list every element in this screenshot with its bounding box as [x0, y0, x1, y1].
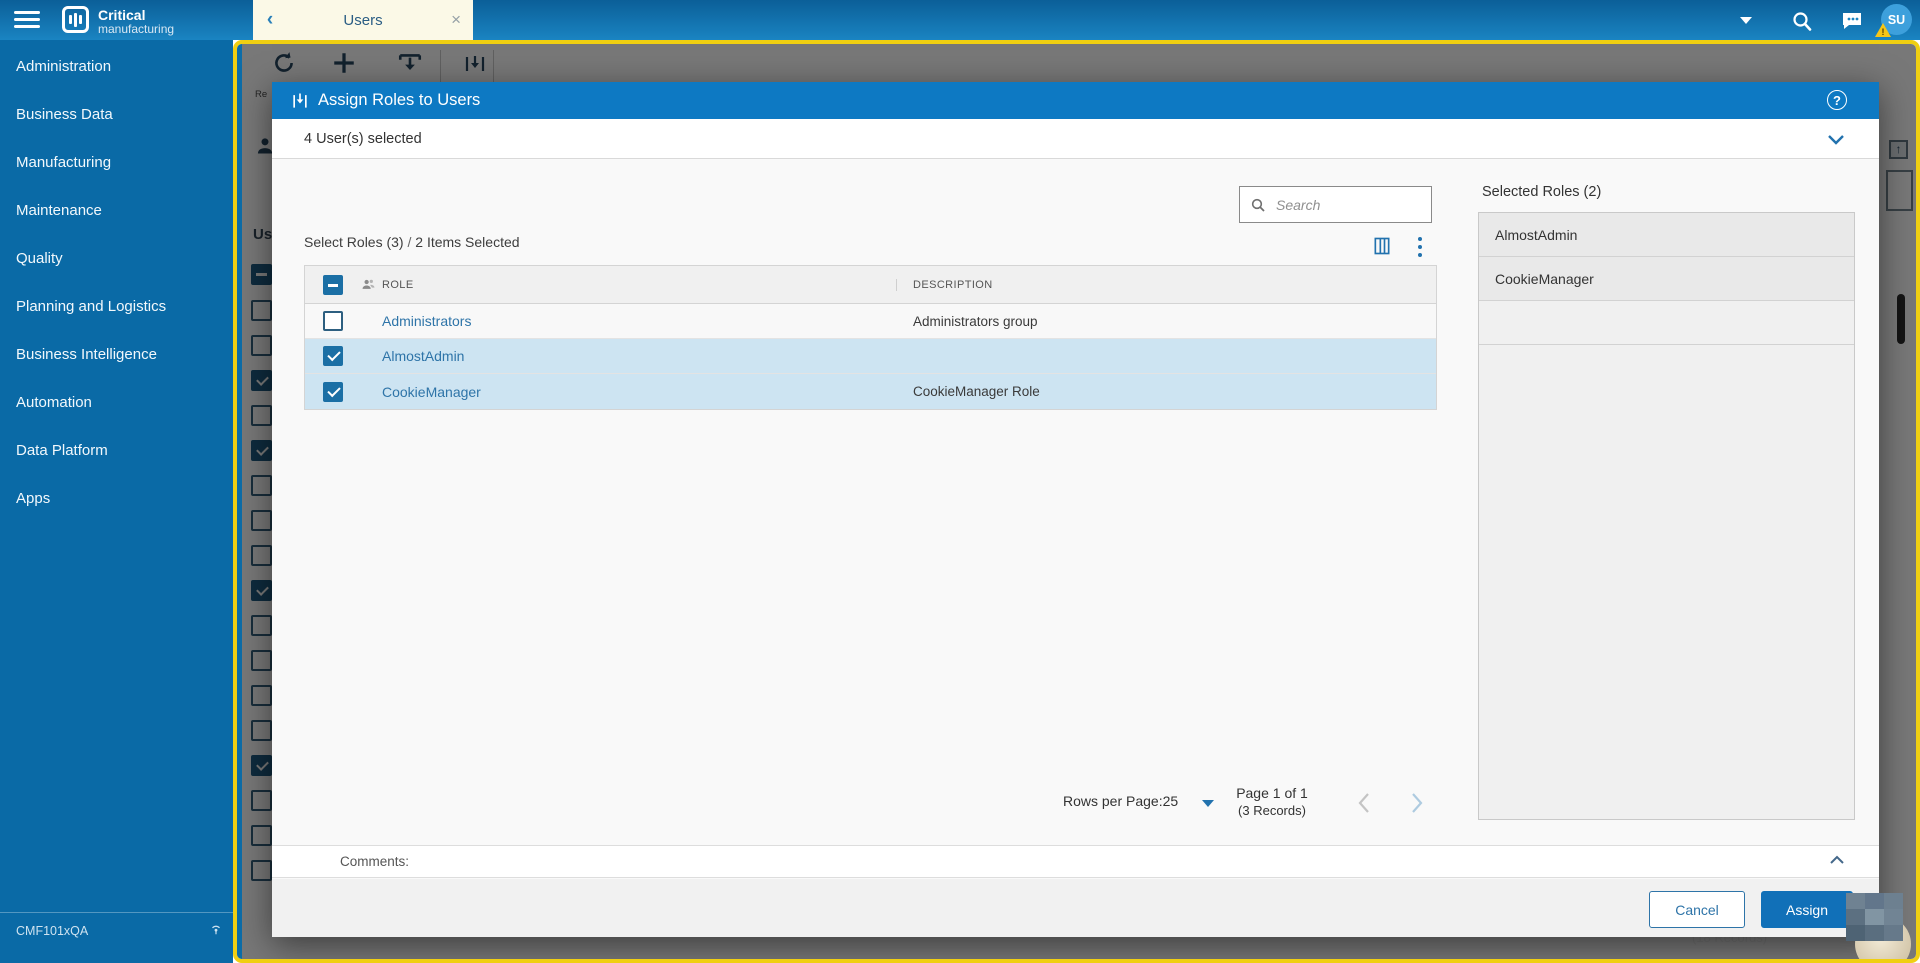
- roles-table-header: ROLE DESCRIPTION: [305, 266, 1436, 304]
- sidebar-item-maintenance[interactable]: Maintenance: [16, 202, 102, 219]
- sidebar-item-quality[interactable]: Quality: [16, 250, 63, 267]
- modal-title: Assign Roles to Users: [318, 91, 481, 109]
- sidebar-item-administration[interactable]: Administration: [16, 58, 111, 75]
- sidebar-item-automation[interactable]: Automation: [16, 394, 92, 411]
- selection-summary-bar[interactable]: 4 User(s) selected: [272, 119, 1879, 159]
- logo-text-critical: Critical: [98, 7, 146, 23]
- caption-separator: /: [407, 234, 412, 250]
- selected-role-item: CookieManager: [1479, 257, 1854, 301]
- top-bar: Critical manufacturing Users × ‹ SU: [0, 0, 1920, 40]
- comments-section[interactable]: Comments:: [272, 845, 1879, 878]
- role-link[interactable]: AlmostAdmin: [382, 348, 464, 364]
- connection-status-icon: [212, 925, 220, 935]
- search-icon[interactable]: [1790, 9, 1814, 33]
- sidebar-item-data-platform[interactable]: Data Platform: [16, 442, 108, 459]
- assign-roles-modal: Assign Roles to Users ? 4 User(s) select…: [272, 82, 1879, 937]
- help-icon[interactable]: ?: [1827, 90, 1847, 110]
- rows-per-page[interactable]: Rows per Page:25: [1063, 793, 1178, 809]
- page-edge-accent: [237, 44, 242, 959]
- search-icon: [1251, 198, 1265, 212]
- assign-roles-icon: [293, 93, 307, 108]
- select-roles-count: Select Roles (3): [304, 234, 404, 250]
- sidebar-item-manufacturing[interactable]: Manufacturing: [16, 154, 111, 171]
- search-input[interactable]: [1274, 195, 1414, 214]
- cancel-button[interactable]: Cancel: [1649, 891, 1745, 928]
- assign-button[interactable]: Assign: [1761, 891, 1853, 928]
- tab-users[interactable]: Users ×: [253, 0, 473, 40]
- column-header-description[interactable]: DESCRIPTION: [896, 278, 1436, 291]
- page-content-area: Re Us ↑: [233, 40, 1920, 963]
- sidebar-item-business-data[interactable]: Business Data: [16, 106, 113, 123]
- roles-table: ROLE DESCRIPTION Administrators Administ…: [304, 265, 1437, 410]
- modal-header: Assign Roles to Users ?: [272, 82, 1879, 119]
- more-options-icon[interactable]: [1418, 237, 1422, 261]
- selected-role-item: AlmostAdmin: [1479, 213, 1854, 257]
- page-info: Page 1 of 1 (3 Records): [1212, 785, 1332, 818]
- sidebar-item-apps[interactable]: Apps: [16, 490, 50, 507]
- role-description: CookieManager Role: [913, 384, 1040, 399]
- selected-role-empty-slot: [1479, 301, 1854, 345]
- row-checkbox[interactable]: [323, 346, 343, 366]
- roles-search-box: [1239, 186, 1432, 223]
- items-selected-count: 2 Items Selected: [415, 234, 520, 250]
- selected-roles-title: Selected Roles (2): [1482, 184, 1602, 200]
- page-label: Page 1 of 1: [1236, 785, 1308, 801]
- tab-close-icon[interactable]: ×: [451, 0, 461, 40]
- sidebar-item-planning-and-logistics[interactable]: Planning and Logistics: [16, 298, 166, 315]
- critical-manufacturing-logo-icon: [62, 6, 89, 33]
- role-description: Administrators group: [913, 313, 1038, 329]
- column-settings-icon[interactable]: [1372, 236, 1392, 256]
- role-link[interactable]: CookieManager: [382, 384, 481, 400]
- selection-summary-text: 4 User(s) selected: [304, 130, 422, 147]
- role-row-administrators[interactable]: Administrators Administrators group: [305, 304, 1436, 339]
- role-row-almostadmin[interactable]: AlmostAdmin: [305, 339, 1436, 374]
- select-all-checkbox[interactable]: [323, 274, 343, 295]
- chevron-up-icon[interactable]: [1829, 855, 1845, 865]
- role-row-cookiemanager[interactable]: CookieManager CookieManager Role: [305, 374, 1436, 409]
- records-label: (3 Records): [1238, 803, 1306, 818]
- tab-back-icon[interactable]: ‹: [255, 0, 285, 40]
- select-roles-caption: Select Roles (3) / 2 Items Selected: [304, 234, 520, 250]
- app-window: Critical manufacturing Users × ‹ SU ! Ad…: [0, 0, 1920, 963]
- comments-label: Comments:: [340, 854, 410, 869]
- environment-label: CMF101xQA: [16, 924, 89, 938]
- previous-page-icon[interactable]: [1357, 792, 1371, 814]
- chevron-down-icon[interactable]: [1827, 134, 1845, 145]
- column-header-role[interactable]: ROLE: [382, 279, 414, 291]
- censored-region: [1846, 893, 1903, 941]
- menu-caret-icon[interactable]: [1740, 17, 1752, 24]
- row-checkbox[interactable]: [323, 381, 343, 402]
- sidebar-item-business-intelligence[interactable]: Business Intelligence: [16, 346, 157, 363]
- sidebar-divider: [0, 912, 233, 913]
- sidebar: Administration Business Data Manufacturi…: [0, 40, 233, 963]
- tab-label: Users: [343, 11, 383, 29]
- chat-icon[interactable]: [1840, 9, 1864, 33]
- selected-roles-panel: AlmostAdmin CookieManager: [1478, 212, 1855, 820]
- logo-text-manufacturing: manufacturing: [98, 22, 175, 36]
- hamburger-menu-icon[interactable]: [14, 11, 40, 29]
- next-page-icon[interactable]: [1410, 792, 1424, 814]
- role-link[interactable]: Administrators: [382, 313, 471, 329]
- roles-icon: [362, 279, 375, 289]
- modal-footer: Cancel Assign: [272, 879, 1879, 937]
- row-checkbox[interactable]: [323, 311, 343, 331]
